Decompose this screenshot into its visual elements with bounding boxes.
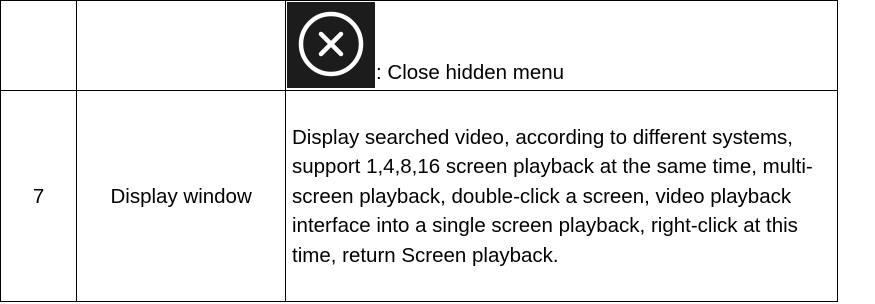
table-row: : Close hidden menu [0,0,838,91]
display-window-description: Display searched video, according to dif… [292,125,813,267]
row-name-cell [76,0,286,91]
row-description-cell: Display searched video, according to dif… [285,90,838,302]
close-menu-caption: : Close hidden menu [376,61,565,84]
icon-with-caption: : Close hidden menu [286,1,833,90]
row-number-cell: 7 [0,90,78,302]
row-description-cell: : Close hidden menu [285,0,838,91]
description-table: : Close hidden menu 7 Display window Dis… [0,0,838,302]
table-row: 7 Display window Display searched video,… [0,90,838,302]
row-name-cell: Display window [76,90,286,302]
close-circle-icon [287,2,375,88]
row-number-cell [0,0,78,91]
